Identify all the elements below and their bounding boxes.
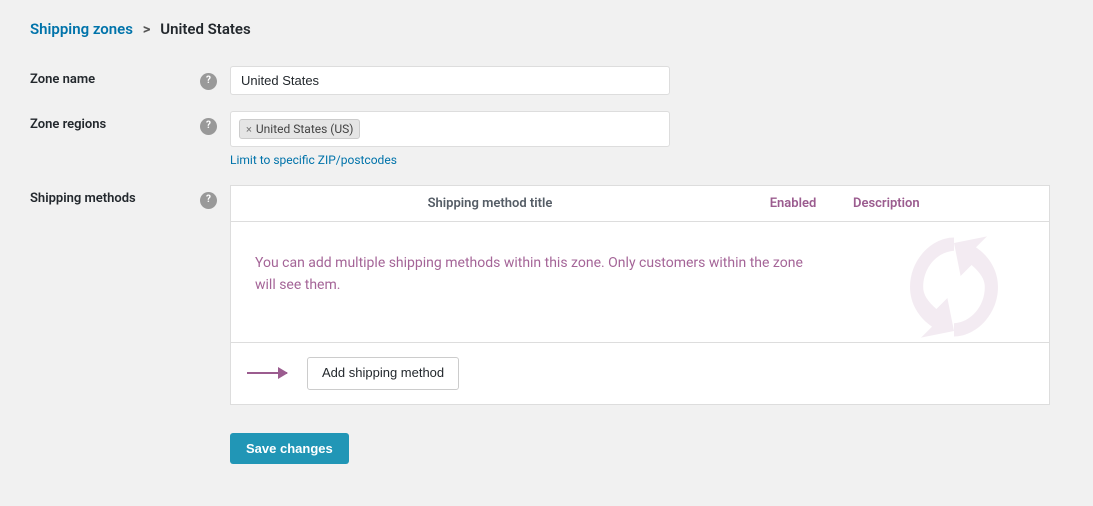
shipping-methods-help-icon[interactable]: ? bbox=[200, 192, 217, 209]
sm-empty-area: You can add multiple shipping methods wi… bbox=[231, 222, 1049, 342]
zone-name-help-col: ? bbox=[200, 58, 230, 90]
save-changes-button[interactable]: Save changes bbox=[230, 433, 349, 464]
shipping-methods-table: Shipping method title Enabled Descriptio… bbox=[230, 185, 1050, 405]
breadcrumb: Shipping zones > United States bbox=[30, 20, 1063, 38]
zone-regions-row: Zone regions ? × United States (US) Limi… bbox=[30, 103, 1063, 167]
col-title-header: Shipping method title bbox=[247, 196, 733, 211]
sm-footer: Add shipping method bbox=[231, 342, 1049, 404]
shipping-methods-field: Shipping method title Enabled Descriptio… bbox=[230, 177, 1063, 405]
shipping-methods-label: Shipping methods bbox=[30, 177, 200, 206]
zone-name-help-icon[interactable]: ? bbox=[200, 73, 217, 90]
zone-regions-label: Zone regions bbox=[30, 103, 200, 132]
shipping-zones-link[interactable]: Shipping zones bbox=[30, 20, 133, 38]
save-changes-area: Save changes bbox=[30, 415, 1063, 464]
zone-name-field bbox=[230, 58, 1063, 95]
shipping-methods-help-col: ? bbox=[200, 177, 230, 209]
shipping-methods-row: Shipping methods ? Shipping method title… bbox=[30, 177, 1063, 405]
zone-name-label: Zone name bbox=[30, 58, 200, 87]
zone-name-input[interactable] bbox=[230, 66, 670, 95]
breadcrumb-separator: > bbox=[143, 20, 151, 38]
zone-regions-field: × United States (US) Limit to specific Z… bbox=[230, 103, 1063, 167]
sm-table-header: Shipping method title Enabled Descriptio… bbox=[231, 186, 1049, 222]
region-tag-remove-icon[interactable]: × bbox=[246, 124, 252, 135]
zone-regions-help-col: ? bbox=[200, 103, 230, 135]
col-enabled-header: Enabled bbox=[733, 196, 853, 211]
zone-regions-input-wrap[interactable]: × United States (US) bbox=[230, 111, 670, 147]
region-tag: × United States (US) bbox=[239, 119, 360, 139]
arrow-icon bbox=[247, 372, 287, 374]
sm-watermark-icon bbox=[889, 232, 1019, 342]
breadcrumb-current: United States bbox=[160, 20, 250, 38]
zone-regions-help-icon[interactable]: ? bbox=[200, 118, 217, 135]
zone-name-row: Zone name ? bbox=[30, 58, 1063, 95]
add-shipping-method-button[interactable]: Add shipping method bbox=[307, 357, 459, 390]
col-desc-header: Description bbox=[853, 196, 1033, 211]
region-tag-label: United States (US) bbox=[256, 122, 354, 136]
sm-empty-text: You can add multiple shipping methods wi… bbox=[255, 252, 815, 297]
limit-zip-link[interactable]: Limit to specific ZIP/postcodes bbox=[230, 153, 1063, 167]
